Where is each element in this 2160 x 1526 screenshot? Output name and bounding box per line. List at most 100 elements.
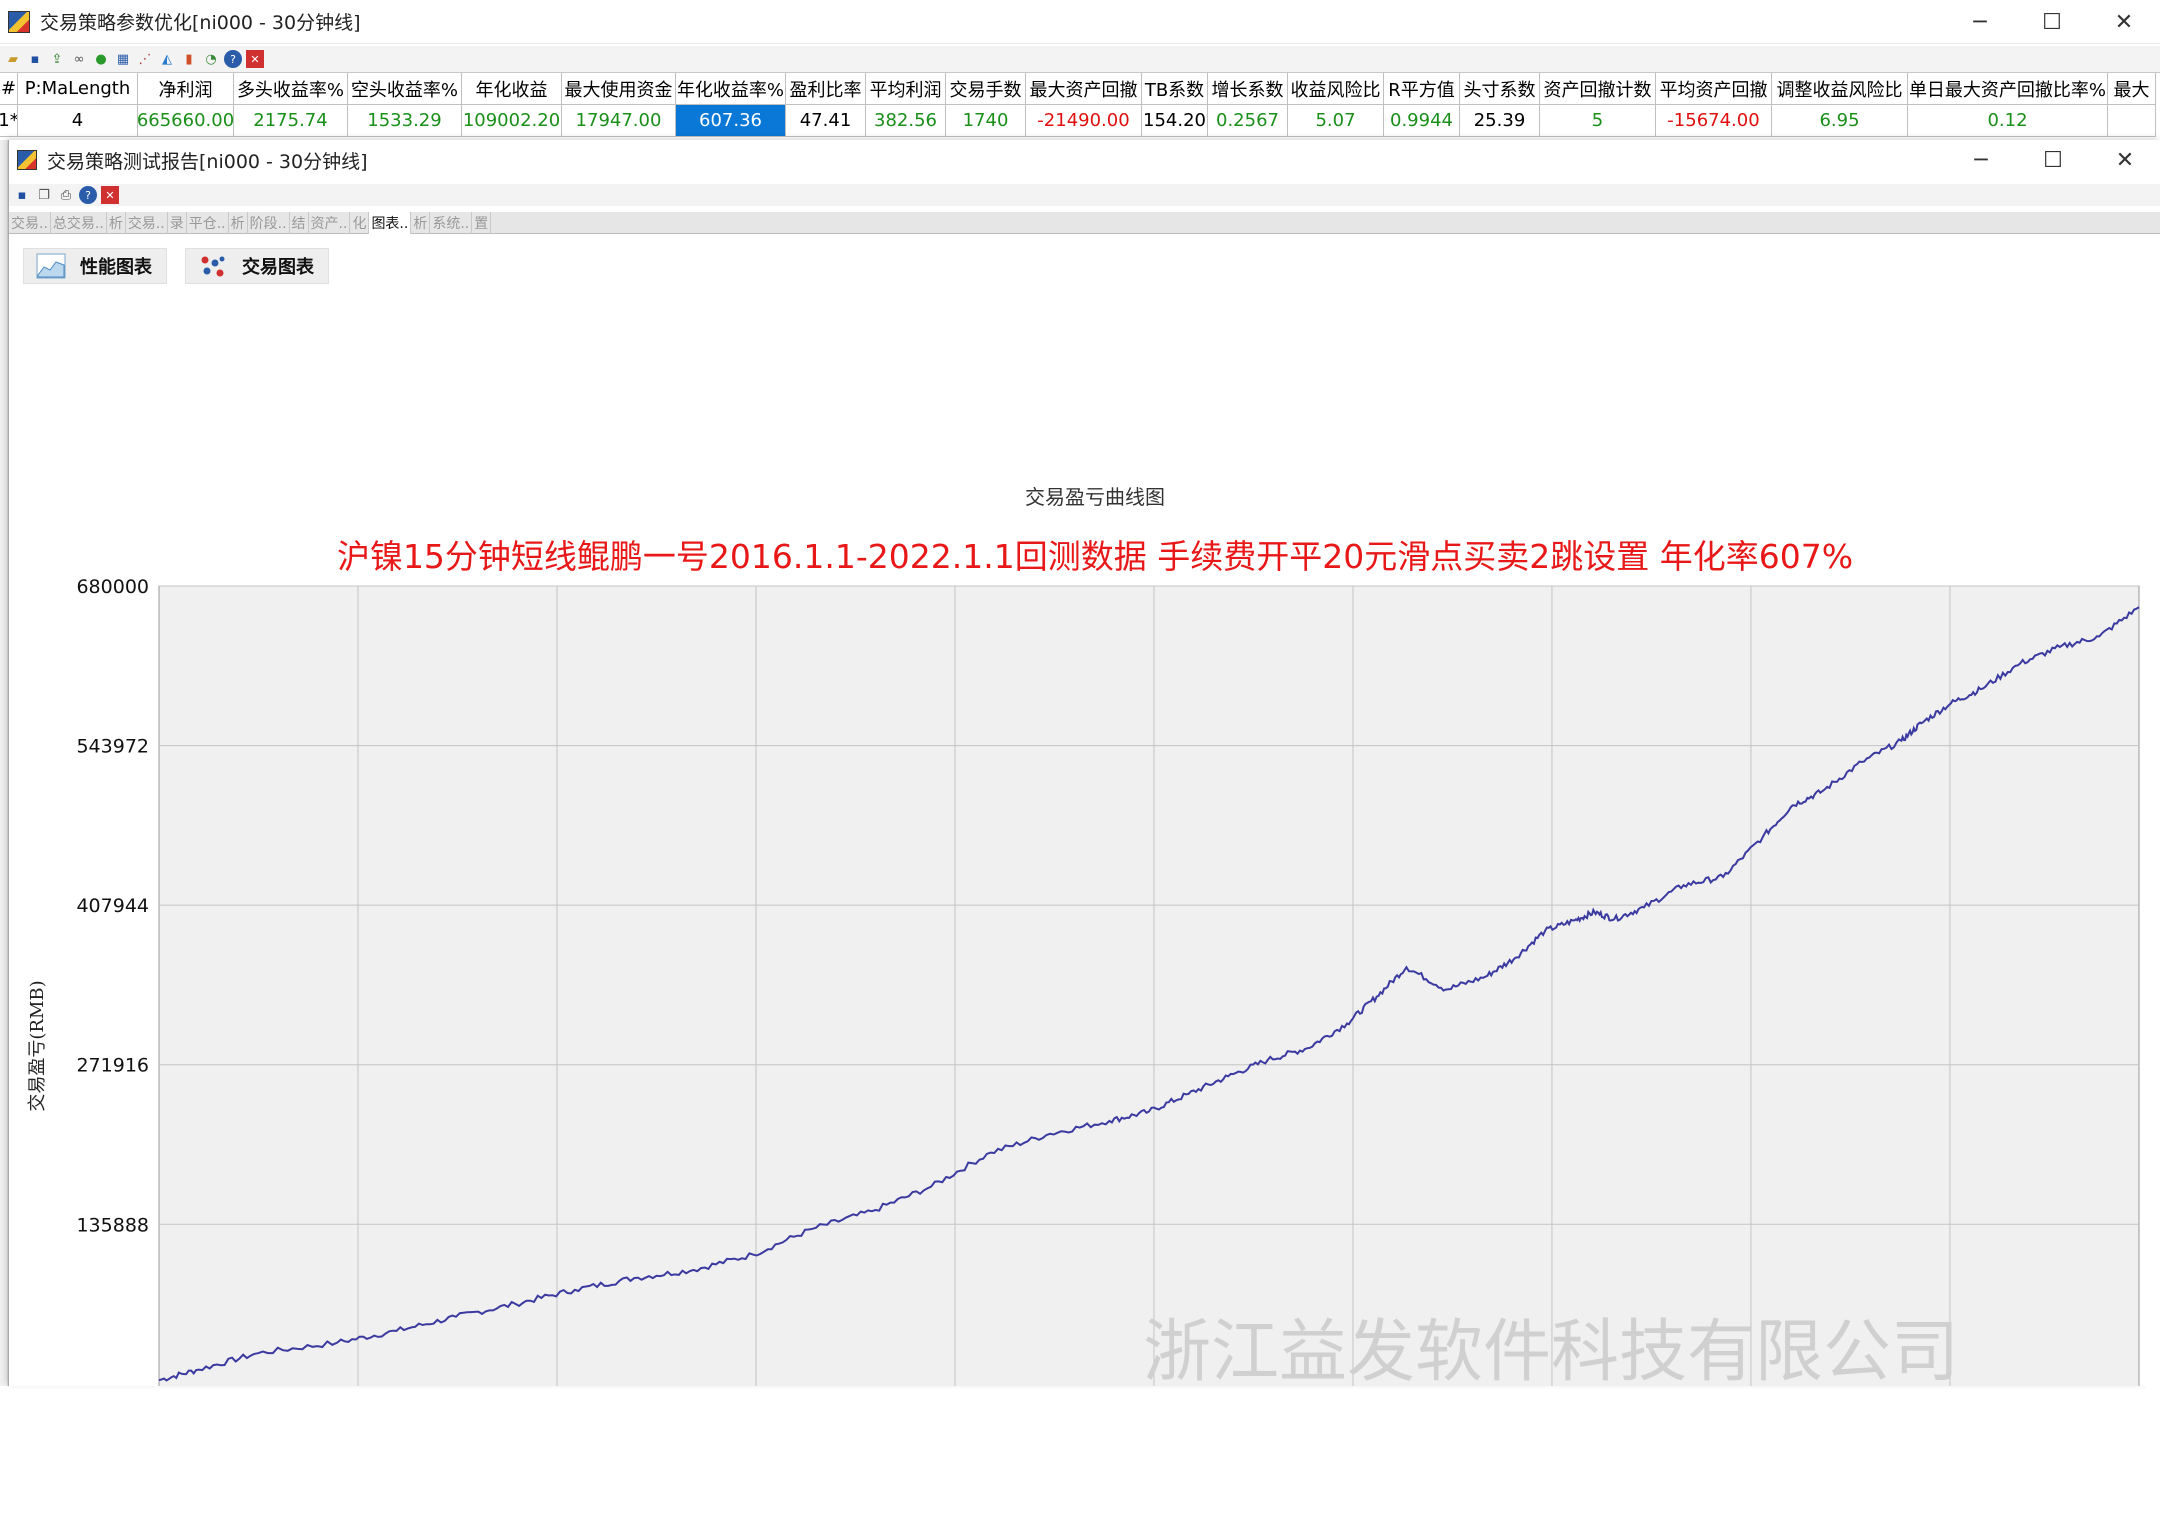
grid-header-cell[interactable]: P:MaLength [18, 73, 138, 105]
report-tab[interactable]: 图表.. [369, 212, 412, 234]
grid-header-cell[interactable]: 资产回撤计数 [1540, 73, 1656, 105]
link-icon[interactable]: ∞ [70, 50, 88, 68]
performance-chart-button[interactable]: 性能图表 [23, 248, 167, 284]
y-axis-label: 交易盈亏(RMB) [27, 980, 48, 1111]
report-maximize-button[interactable]: ☐ [2017, 140, 2089, 180]
grid-cell[interactable]: -15674.00 [1656, 105, 1772, 137]
grid-header-cell[interactable]: 最大 [2108, 73, 2156, 105]
report-tab[interactable]: 化 [350, 212, 370, 234]
grid-cell[interactable]: 1* [0, 105, 18, 137]
grid-header-cell[interactable]: 平均利润 [866, 73, 946, 105]
trade-chart-button[interactable]: 交易图表 [185, 248, 329, 284]
grid-cell[interactable]: 154.20 [1142, 105, 1208, 137]
report-tab[interactable]: 析 [107, 212, 126, 234]
grid-cell[interactable]: 382.56 [866, 105, 946, 137]
left-edge-strip [0, 140, 8, 1386]
watermark: 浙江益发软件科技有限公司 [1143, 1313, 1959, 1386]
grid-cell[interactable]: 6.95 [1772, 105, 1908, 137]
grid-header-cell[interactable]: 最大使用资金 [562, 73, 676, 105]
grid-cell[interactable]: 47.41 [786, 105, 866, 137]
optimizer-title-bar[interactable]: 交易策略参数优化[ni000 - 30分钟线] ─ ☐ ✕ [0, 0, 2160, 44]
y-tick-label: 271916 [76, 1055, 149, 1077]
y-tick-label: 135888 [76, 1214, 149, 1236]
maximize-button[interactable]: ☐ [2016, 0, 2088, 44]
grid-header-cell[interactable]: 单日最大资产回撤比率% [1908, 73, 2108, 105]
report-tab[interactable]: 阶段.. [248, 212, 290, 234]
grid-cell[interactable]: -21490.00 [1026, 105, 1142, 137]
grid-cell[interactable]: 1740 [946, 105, 1026, 137]
exit-icon[interactable]: ✕ [246, 50, 264, 68]
pie-chart-icon[interactable]: ◔ [202, 50, 220, 68]
grid-header-cell[interactable]: 多头收益率% [234, 73, 348, 105]
grid-header-cell[interactable]: 净利润 [138, 73, 234, 105]
grid-header-cell[interactable]: 空头收益率% [348, 73, 462, 105]
report-help-icon[interactable]: ? [79, 186, 97, 204]
grid-cell[interactable]: 607.36 [676, 105, 786, 137]
grid-cell[interactable]: 0.2567 [1208, 105, 1288, 137]
refresh-icon[interactable]: ● [92, 50, 110, 68]
grid-cell[interactable]: 5 [1540, 105, 1656, 137]
report-exit-icon[interactable]: ✕ [101, 186, 119, 204]
grid-header-cell[interactable]: 年化收益 [462, 73, 562, 105]
report-print-icon[interactable]: ⎙ [57, 186, 75, 204]
grid-cell[interactable]: 5.07 [1288, 105, 1384, 137]
grid-cell[interactable]: 109002.20 [462, 105, 562, 137]
grid-header-cell[interactable]: # [0, 73, 18, 105]
report-tab[interactable]: 析 [411, 212, 431, 234]
grid-header-cell[interactable]: R平方值 [1384, 73, 1460, 105]
y-tick-label: 680000 [76, 576, 149, 598]
table-icon[interactable]: ▦ [114, 50, 132, 68]
report-window: 交易策略测试报告[ni000 - 30分钟线] ─ ☐ ✕ ▪ ❐ ⎙ ? ✕ … [8, 140, 2160, 1526]
grid-cell[interactable]: 17947.00 [562, 105, 676, 137]
grid-header-cell[interactable]: 盈利比率 [786, 73, 866, 105]
scatter-icon[interactable]: ⋰ [136, 50, 154, 68]
grid-cell[interactable]: 2175.74 [234, 105, 348, 137]
report-copy-icon[interactable]: ❐ [35, 186, 53, 204]
save-icon[interactable]: ▪ [26, 50, 44, 68]
report-tab[interactable]: 系统.. [430, 212, 473, 234]
area-chart-icon[interactable]: ◭ [158, 50, 176, 68]
grid-header-cell[interactable]: TB系数 [1142, 73, 1208, 105]
report-minimize-button[interactable]: ─ [1945, 140, 2017, 180]
report-window-title: 交易策略测试报告[ni000 - 30分钟线] [47, 150, 368, 173]
help-icon[interactable]: ? [224, 50, 242, 68]
report-tab[interactable]: 资产.. [309, 212, 351, 234]
report-tab[interactable]: 置 [472, 212, 492, 234]
grid-cell[interactable] [2108, 105, 2156, 137]
report-tab[interactable]: 录 [168, 212, 187, 234]
grid-header-cell[interactable]: 头寸系数 [1460, 73, 1540, 105]
grid-header-cell[interactable]: 年化收益率% [676, 73, 786, 105]
grid-header-cell[interactable]: 平均资产回撤 [1656, 73, 1772, 105]
close-button[interactable]: ✕ [2088, 0, 2160, 44]
report-tab[interactable]: 交易.. [126, 212, 168, 234]
grid-header-cell[interactable]: 调整收益风险比 [1772, 73, 1908, 105]
results-grid: # P:MaLength 净利润 多头收益率% 空头收益率% 年化收益 最大使用资金 年化收益… [0, 72, 2160, 137]
grid-header-cell[interactable]: 收益风险比 [1288, 73, 1384, 105]
bar-chart-icon[interactable]: ▮ [180, 50, 198, 68]
grid-cell[interactable]: 1533.29 [348, 105, 462, 137]
optimizer-toolbar: ▰ ▪ ⇪ ∞ ● ▦ ⋰ ◭ ▮ ◔ ? ✕ [0, 46, 2160, 72]
grid-cell[interactable]: 0.12 [1908, 105, 2108, 137]
report-tab[interactable]: 平仓.. [187, 212, 229, 234]
report-close-button[interactable]: ✕ [2089, 140, 2160, 180]
grid-header-cell[interactable]: 交易手数 [946, 73, 1026, 105]
grid-cell[interactable]: 4 [18, 105, 138, 137]
grid-cell[interactable]: 0.9944 [1384, 105, 1460, 137]
grid-data-row[interactable]: 1*4665660.002175.741533.29109002.2017947… [0, 105, 2156, 137]
export-icon[interactable]: ⇪ [48, 50, 66, 68]
grid-cell[interactable]: 665660.00 [138, 105, 234, 137]
grid-header-cell[interactable]: 最大资产回撤 [1026, 73, 1142, 105]
report-tab[interactable]: 总交易.. [51, 212, 107, 234]
y-tick-label: 543972 [76, 736, 149, 758]
minimize-button[interactable]: ─ [1944, 0, 2016, 44]
app-icon [8, 10, 30, 33]
report-title-bar[interactable]: 交易策略测试报告[ni000 - 30分钟线] ─ ☐ ✕ [9, 140, 2160, 180]
grid-cell[interactable]: 25.39 [1460, 105, 1540, 137]
grid-header-cell[interactable]: 增长系数 [1208, 73, 1288, 105]
report-tab[interactable]: 交易.. [9, 212, 51, 234]
report-save-icon[interactable]: ▪ [13, 186, 31, 204]
report-tab[interactable]: 结 [290, 212, 309, 234]
open-folder-icon[interactable]: ▰ [4, 50, 22, 68]
report-tab[interactable]: 析 [229, 212, 248, 234]
report-tabs: 交易.. 总交易.. 析交易.. 录平仓.. 析阶段.. 结资产.. 化图表.. 析系统.. 置 [9, 212, 2160, 234]
